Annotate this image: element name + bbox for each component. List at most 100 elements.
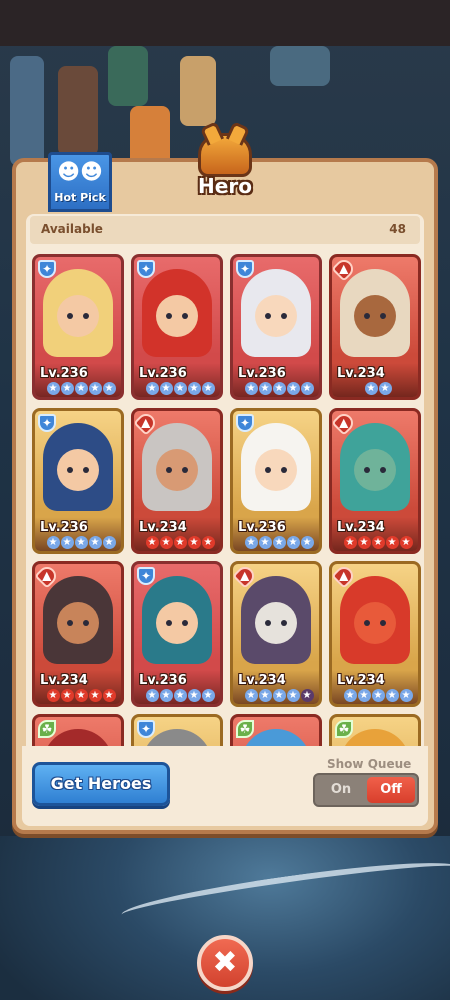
shield-faction-icon: ✦ (38, 414, 56, 432)
show-queue-toggle[interactable]: On Off (313, 773, 419, 807)
hero-stars: ★ ★ ★ ★ ★ (39, 689, 121, 702)
close-button[interactable]: ✖ (197, 935, 253, 991)
star-icon: ★ (201, 382, 215, 395)
hero-card[interactable]: Lv.234 ★ ★ ▲ (329, 254, 421, 400)
star-icon: ★ (88, 536, 102, 549)
star-icon: ★ (145, 536, 159, 549)
hero-level: Lv.236 (40, 366, 88, 381)
hero-card[interactable]: ☘ (329, 714, 421, 746)
star-icon: ★ (300, 689, 314, 702)
hero-face (354, 295, 396, 337)
star-icon: ★ (102, 536, 116, 549)
hero-face (354, 602, 396, 644)
hero-eye (182, 467, 188, 473)
toggle-off-option[interactable]: Off (367, 777, 415, 803)
star-icon: ★ (258, 689, 272, 702)
status-bar (0, 0, 450, 46)
hero-card[interactable]: Lv.234 ★ ★ ★ ★ ★ ▲ (329, 561, 421, 707)
star-icon: ★ (187, 689, 201, 702)
hero-eye (83, 313, 89, 319)
leaf-faction-icon: ☘ (236, 720, 254, 738)
hero-level: Lv.236 (139, 366, 187, 381)
hero-face (156, 602, 198, 644)
star-icon: ★ (286, 382, 300, 395)
hero-eye (166, 313, 172, 319)
star-icon: ★ (60, 382, 74, 395)
available-count: 48 (389, 222, 406, 236)
hero-eye (182, 313, 188, 319)
star-icon: ★ (173, 382, 187, 395)
hero-stars: ★ ★ ★ ★ ★ (237, 536, 319, 549)
shield-faction-icon: ✦ (137, 260, 155, 278)
star-icon: ★ (300, 536, 314, 549)
hero-face (156, 295, 198, 337)
hero-stars: ★ ★ ★ ★ ★ (237, 689, 319, 702)
hero-card[interactable]: Lv.236 ★ ★ ★ ★ ★ ✦ (131, 561, 223, 707)
shield-faction-icon: ✦ (38, 260, 56, 278)
star-icon: ★ (74, 536, 88, 549)
hero-level: Lv.234 (40, 673, 88, 688)
hero-card[interactable]: Lv.234 ★ ★ ★ ★ ★ ▲ (230, 561, 322, 707)
hero-eye (265, 467, 271, 473)
star-icon: ★ (46, 382, 60, 395)
star-icon: ★ (159, 689, 173, 702)
hero-stars: ★ ★ ★ ★ ★ (138, 536, 220, 549)
star-icon: ★ (272, 689, 286, 702)
star-icon: ★ (286, 536, 300, 549)
hero-level: Lv.234 (139, 520, 187, 535)
star-icon: ★ (385, 536, 399, 549)
hero-stars: ★ ★ ★ ★ ★ (39, 536, 121, 549)
shield-faction-icon: ✦ (236, 260, 254, 278)
star-icon: ★ (173, 536, 187, 549)
get-heroes-button[interactable]: Get Heroes (32, 762, 170, 806)
leaf-faction-icon: ☘ (38, 720, 56, 738)
toggle-on-option[interactable]: On (317, 777, 365, 803)
hot-pick-button[interactable]: ☻☻ Hot Pick (48, 152, 112, 212)
hero-card[interactable]: Lv.234 ★ ★ ★ ★ ★ ▲ (131, 408, 223, 554)
hero-face (57, 449, 99, 491)
hero-face (255, 449, 297, 491)
hero-level: Lv.236 (40, 520, 88, 535)
hero-stars: ★ ★ ★ ★ ★ (39, 382, 121, 395)
hero-card[interactable]: Lv.236 ★ ★ ★ ★ ★ ✦ (230, 254, 322, 400)
star-icon: ★ (88, 382, 102, 395)
hero-card[interactable]: ✦ (131, 714, 223, 746)
hero-eye (281, 467, 287, 473)
hero-card[interactable]: Lv.236 ★ ★ ★ ★ ★ ✦ (131, 254, 223, 400)
hero-card[interactable]: ☘ (230, 714, 322, 746)
star-icon: ★ (159, 536, 173, 549)
hero-card[interactable]: Lv.234 ★ ★ ★ ★ ★ ▲ (329, 408, 421, 554)
hero-card[interactable]: Lv.236 ★ ★ ★ ★ ★ ✦ (32, 408, 124, 554)
star-icon: ★ (145, 689, 159, 702)
star-icon: ★ (357, 536, 371, 549)
hero-level: Lv.234 (238, 673, 286, 688)
hero-face (255, 602, 297, 644)
hero-card[interactable]: Lv.236 ★ ★ ★ ★ ★ ✦ (230, 408, 322, 554)
star-icon: ★ (378, 382, 392, 395)
hero-eye (364, 467, 370, 473)
star-icon: ★ (371, 689, 385, 702)
hero-eye (364, 620, 370, 626)
hero-card[interactable]: Lv.234 ★ ★ ★ ★ ★ ▲ (32, 561, 124, 707)
star-icon: ★ (74, 382, 88, 395)
hero-card[interactable]: Lv.236 ★ ★ ★ ★ ★ ✦ (32, 254, 124, 400)
hero-face (156, 449, 198, 491)
hero-helmet-icon (198, 133, 252, 177)
shield-faction-icon: ✦ (137, 567, 155, 585)
hero-card[interactable]: ☘ (32, 714, 124, 746)
hero-eye (83, 467, 89, 473)
star-icon: ★ (385, 689, 399, 702)
star-icon: ★ (159, 382, 173, 395)
star-icon: ★ (201, 689, 215, 702)
hero-eye (265, 620, 271, 626)
star-icon: ★ (74, 689, 88, 702)
hero-eye (166, 620, 172, 626)
star-icon: ★ (88, 689, 102, 702)
star-icon: ★ (272, 382, 286, 395)
show-queue-label: Show Queue (327, 757, 412, 771)
star-icon: ★ (286, 689, 300, 702)
star-icon: ★ (364, 382, 378, 395)
hero-eye (67, 467, 73, 473)
star-icon: ★ (244, 689, 258, 702)
panel-title: Hero (198, 174, 252, 198)
